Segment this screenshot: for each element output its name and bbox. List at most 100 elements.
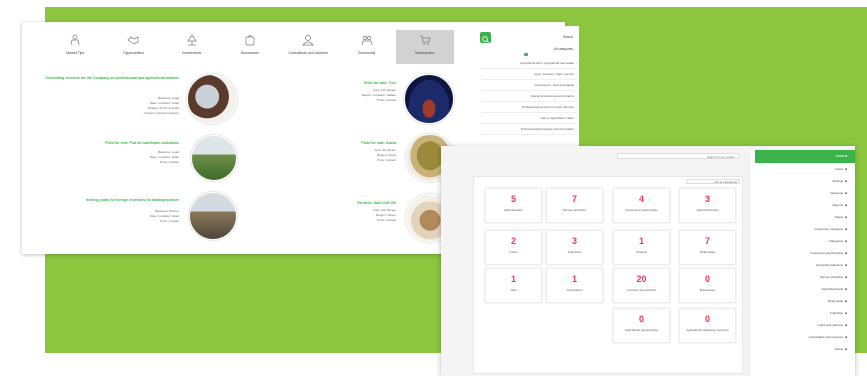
sidebar-item[interactable]: Agricultural land / Agricultural real es… <box>481 58 577 69</box>
stat-value: 3 <box>704 194 710 204</box>
sidebar-item[interactable]: Investment opportunities ■ <box>755 248 855 259</box>
sidebar-item[interactable]: Professional knowledge and information › <box>481 124 577 135</box>
sidebar-item-label: Capital investments and projects <box>530 94 574 98</box>
listing-title[interactable]: Plots for sale: Arava <box>316 140 396 146</box>
stat-label: Service providers <box>562 208 587 212</box>
listing-card[interactable]: Plots for sale: Arava Area: 40 dunam Reg… <box>312 134 454 184</box>
sidebar-item-label: Settings <box>832 179 844 183</box>
sidebar-item[interactable]: Agricultural land ■ <box>755 284 855 295</box>
sidebar-item-label: Categories <box>828 239 844 243</box>
category-opportunities[interactable]: Opportunities <box>104 30 162 64</box>
stat-tile[interactable]: 2 Loans <box>485 230 542 265</box>
category-investments[interactable]: Investments <box>163 30 221 64</box>
stat-label: Administration <box>503 208 523 212</box>
listing-thumbnail[interactable] <box>404 74 454 124</box>
listing-card[interactable]: Inviting yards for foreign investors for… <box>22 192 237 244</box>
sidebar-item-label: Service providers <box>820 275 844 279</box>
category-label: Consultants and Advisors <box>288 51 329 55</box>
sidebar-item[interactable]: Agric. services / Agric. service › <box>481 69 577 80</box>
sidebar-item[interactable]: Financial institutions ■ <box>755 260 855 271</box>
listing-card[interactable]: Farmers: Sale Unit 100 Area: 100 dunam R… <box>312 194 454 246</box>
stat-tile[interactable]: 4 Investment opportunities <box>613 188 670 223</box>
listings-main: Market Tips Opportunities Investments Bu… <box>22 22 454 254</box>
stat-value: 5 <box>510 194 516 204</box>
home-icon: ■ <box>845 154 847 158</box>
sidebar-item[interactable]: Requests ■ <box>755 188 855 199</box>
category-community[interactable]: Community <box>337 30 395 64</box>
cart-icon <box>419 35 431 45</box>
stat-tile[interactable]: 7 Service providers <box>546 188 603 223</box>
sidebar-item-label: Admin <box>834 347 844 351</box>
sidebar-item-label: Pages <box>834 215 844 219</box>
listing-title[interactable]: Consulting services for the Company on p… <box>39 75 179 81</box>
stat-label: Agricultural opportunities <box>624 328 659 332</box>
menu-icon: ■ <box>845 179 847 183</box>
sidebar-item[interactable]: Users ■ <box>755 164 855 175</box>
sidebar-item[interactable]: Admin ■ <box>755 344 855 355</box>
stat-tile[interactable]: 7 Real estate <box>679 230 736 265</box>
stat-tile[interactable]: 0 Agricultural marketing / services <box>679 308 736 343</box>
sidebar-item[interactable]: Real estate ■ <box>755 296 855 307</box>
stat-tile[interactable]: 1 Jobs <box>485 268 542 303</box>
stat-tile[interactable]: 3 Franchise <box>546 230 603 265</box>
sidebar-item[interactable]: Loans and partners ■ <box>755 320 855 331</box>
menu-icon: ■ <box>845 335 847 339</box>
category-label: Opportunities <box>123 51 144 55</box>
search-input[interactable]: Search in the system <box>617 153 739 159</box>
sidebar-item[interactable]: Professional services for land / farmers… <box>481 102 577 113</box>
stat-value: 7 <box>704 236 710 246</box>
bag-icon <box>245 35 255 46</box>
listing-thumbnail[interactable] <box>187 74 237 124</box>
stat-tile[interactable]: 0 Businesses <box>679 268 736 303</box>
sidebar-item-label: Agric. services / Agric. service <box>534 72 574 76</box>
listing-thumbnail[interactable] <box>191 135 237 181</box>
sidebar-item[interactable]: Consultants and investors ■ <box>755 332 855 343</box>
listing-thumbnail[interactable] <box>189 192 237 240</box>
stat-label: Consultants <box>566 288 583 292</box>
sidebar-item-label: Requests <box>830 191 844 195</box>
sidebar-item[interactable]: Capital investments and projects › <box>481 91 577 102</box>
sidebar-item[interactable]: Franchise ■ <box>755 308 855 319</box>
stat-label: Investment opportunities <box>625 208 658 212</box>
stat-tile[interactable]: 1 Projects <box>613 230 670 265</box>
category-consultants[interactable]: Consultants and Advisors <box>279 30 337 64</box>
listing-title[interactable]: Plots for sale: Tree <box>316 80 396 86</box>
panel-header[interactable]: List of categories <box>686 179 740 184</box>
sidebar-item-home[interactable]: Home ■ <box>755 150 855 163</box>
sidebar-item[interactable]: Categories ■ <box>755 236 855 247</box>
sidebar-item[interactable]: Jobs in agriculture / labor › <box>481 113 577 124</box>
stat-label: Projects <box>636 250 647 254</box>
sidebar-item[interactable]: Service providers ■ <box>755 272 855 283</box>
category-marketplace[interactable]: Marketplace <box>395 30 454 64</box>
stat-value: 4 <box>638 194 644 204</box>
category-businesses[interactable]: Businesses <box>221 30 279 64</box>
sidebar-item[interactable]: Investment managers ■ <box>755 224 855 235</box>
stat-tile[interactable]: 3 Agricultural land <box>679 188 736 223</box>
stat-tile[interactable]: 1 Consultants <box>546 268 603 303</box>
stat-tile[interactable]: 20 Investors and partners <box>613 268 670 303</box>
listing-card[interactable]: Field for rent: Plot for sale/lease cult… <box>22 134 237 184</box>
search-button[interactable] <box>480 32 491 43</box>
listing-title[interactable]: Field for rent: Plot for sale/lease cult… <box>39 140 179 146</box>
stat-tile[interactable]: 5 Administration <box>485 188 542 223</box>
stat-value: 1 <box>638 236 644 246</box>
advisor-icon <box>302 35 315 46</box>
sidebar-item[interactable]: Investments - land and capital › <box>481 80 577 91</box>
listing-title[interactable]: Farmers: Sale Unit 100 <box>316 200 396 206</box>
stat-value: 7 <box>571 194 577 204</box>
stat-label: Franchise <box>567 250 582 254</box>
stat-tile[interactable]: 0 Agricultural opportunities <box>613 308 670 343</box>
listing-title[interactable]: Inviting yards for foreign investors for… <box>19 197 179 203</box>
sidebar-item[interactable]: Settings ■ <box>755 176 855 187</box>
menu-icon: ■ <box>845 167 847 171</box>
sidebar-item[interactable]: Reports ■ <box>755 200 855 211</box>
category-market-tips[interactable]: Market Tips <box>46 30 104 64</box>
stat-label: Agricultural marketing / services <box>686 328 729 332</box>
sidebar-item[interactable]: Pages ■ <box>755 212 855 223</box>
listing-meta: Price: Contact <box>377 218 396 222</box>
listing-card[interactable]: Plots for sale: Tree Area: 120 dunam Reg… <box>312 74 454 129</box>
stat-label: Loans <box>509 250 518 254</box>
menu-icon: ■ <box>845 287 847 291</box>
stat-value: 0 <box>704 314 710 324</box>
listing-card[interactable]: Consulting services for the Company on p… <box>22 72 237 127</box>
